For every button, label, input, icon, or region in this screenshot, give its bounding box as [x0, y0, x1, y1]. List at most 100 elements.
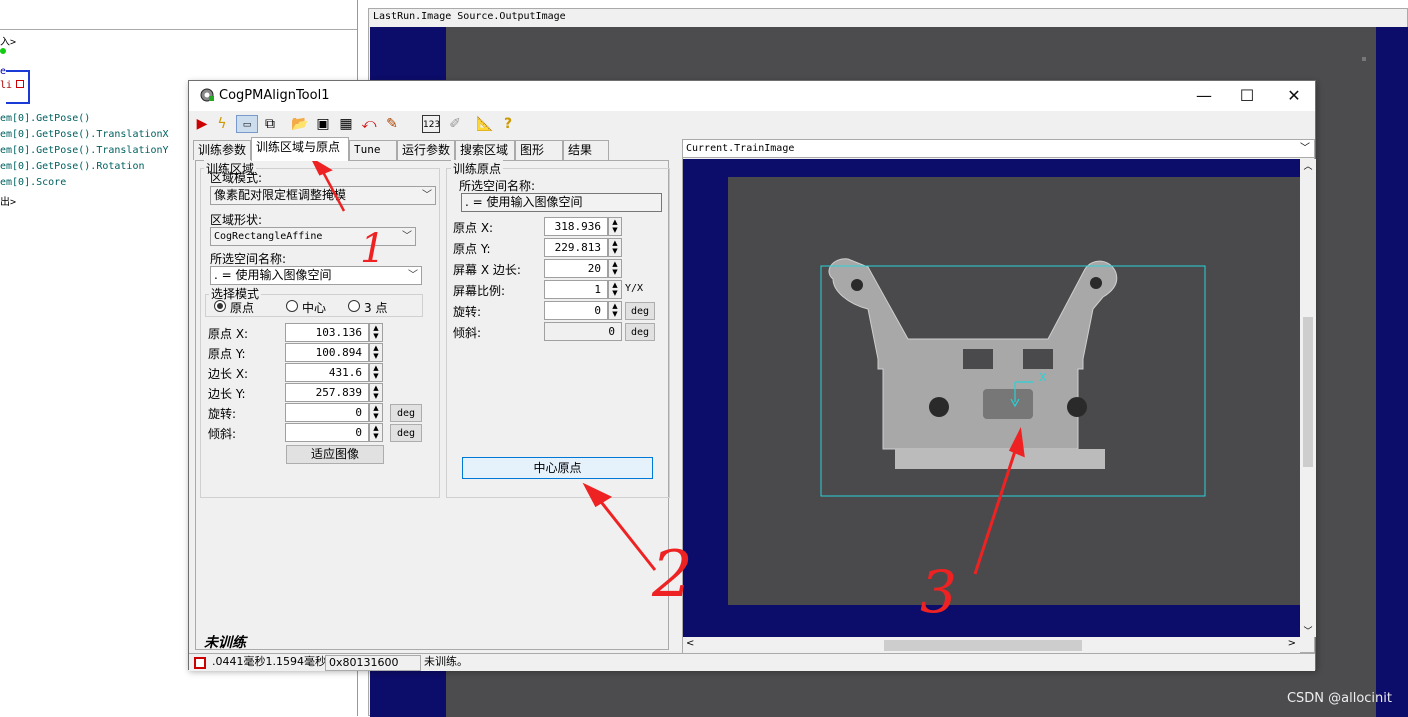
chevron-down-icon: ﹀	[402, 231, 412, 242]
script-line-7[interactable]: em[0].GetPose().Rotation	[0, 161, 145, 172]
script-line-5[interactable]: em[0].GetPose().TranslationX	[0, 129, 169, 140]
region-rotation-deg-button[interactable]: deg	[390, 404, 422, 422]
tab-run-params[interactable]: 运行参数	[397, 140, 455, 160]
region-shape-select[interactable]: CogRectangleAffine ﹀	[210, 227, 416, 246]
minimize-button[interactable]: —	[1189, 85, 1219, 107]
scroll-down-icon[interactable]: ﹀	[1300, 624, 1316, 637]
script-line-1: 入>	[0, 37, 17, 48]
region-origin-x-label: 原点 X:	[208, 327, 249, 341]
dialog-title: CogPMAlignTool1	[219, 88, 330, 103]
screen-ratio-spinner[interactable]: ▲ ▼	[608, 280, 622, 299]
script-line-6[interactable]: em[0].GetPose().TranslationY	[0, 145, 169, 156]
screen-ratio-input[interactable]: 1	[544, 280, 608, 299]
reset-icon[interactable]: ⤺	[360, 115, 378, 133]
origin-y-spinner[interactable]: ▲ ▼	[608, 238, 622, 257]
region-origin-x-input[interactable]: 103.136	[285, 323, 369, 342]
maximize-button[interactable]: ☐	[1232, 85, 1262, 107]
region-mode-label: 区域模式:	[210, 171, 263, 185]
tab-graphics[interactable]: 图形	[515, 140, 563, 160]
region-rotation-label: 旋转:	[208, 407, 237, 421]
center-origin-button[interactable]: 中心原点	[462, 457, 653, 479]
region-shape-label: 区域形状:	[210, 213, 263, 227]
region-skew-label: 倾斜:	[208, 427, 237, 441]
save-icon[interactable]: ▣	[314, 115, 332, 133]
screen-x-length-input[interactable]: 20	[544, 259, 608, 278]
screen-x-length-spinner[interactable]: ▲ ▼	[608, 259, 622, 278]
tab-search-region[interactable]: 搜索区域	[455, 140, 515, 160]
ruler-icon[interactable]: 📐	[476, 115, 494, 133]
radio-3pt[interactable]	[348, 300, 360, 312]
region-side-x-label: 边长 X:	[208, 367, 249, 381]
train-image-canvas[interactable]: X	[683, 159, 1300, 637]
scroll-right-icon[interactable]: >	[1288, 638, 1296, 649]
region-origin-y-input[interactable]: 100.894	[285, 343, 369, 362]
train-image-graphics: X	[820, 258, 1206, 497]
radio-origin[interactable]	[214, 300, 226, 312]
chevron-down-icon: ﹀	[408, 270, 418, 281]
viewer-title[interactable]: Current.TrainImage ﹀	[683, 140, 1314, 158]
region-rotation-input[interactable]: 0	[285, 403, 369, 422]
origin-x-input[interactable]: 318.936	[544, 217, 608, 236]
region-skew-spinner[interactable]: ▲ ▼	[369, 423, 383, 442]
link-line	[6, 70, 30, 104]
region-origin-y-label: 原点 Y:	[208, 347, 246, 361]
origin-rotation-input[interactable]: 0	[544, 301, 608, 320]
region-skew-deg-button[interactable]: deg	[390, 424, 422, 442]
dialog-titlebar[interactable]: CogPMAlignTool1 — ☐ ✕	[189, 81, 1315, 111]
grid-icon[interactable]: ▦	[337, 115, 355, 133]
electric-icon[interactable]: ϟ	[213, 115, 231, 133]
horizontal-scrollbar[interactable]: < >	[683, 637, 1300, 654]
panel-divider	[0, 29, 357, 30]
status-error-icon	[194, 657, 206, 669]
copy-icon[interactable]: ⧉	[261, 115, 279, 133]
region-origin-y-spinner[interactable]: ▲ ▼	[369, 343, 383, 362]
region-side-y-spinner[interactable]: ▲ ▼	[369, 383, 383, 402]
help-icon[interactable]: ?	[499, 115, 517, 133]
train-icon[interactable]: ▭	[236, 115, 258, 133]
tab-train-region[interactable]: 训练区域与原点	[251, 137, 349, 161]
origin-rotation-spinner[interactable]: ▲ ▼	[608, 301, 622, 320]
script-line-8[interactable]: em[0].Score	[0, 177, 66, 188]
region-space-select[interactable]: . = 使用输入图像空间 ﹀	[210, 266, 422, 285]
origin-skew-deg-button[interactable]: deg	[625, 323, 655, 341]
horizontal-scroll-thumb[interactable]	[884, 640, 1082, 651]
script-line-4[interactable]: em[0].GetPose()	[0, 113, 90, 124]
pen-icon[interactable]: ✐	[446, 115, 464, 133]
origin-space-value: . = 使用输入图像空间	[465, 195, 583, 209]
region-side-x-input[interactable]: 431.6	[285, 363, 369, 382]
watermark: CSDN @allocinit	[1286, 691, 1392, 706]
tab-tune[interactable]: Tune	[349, 140, 397, 160]
vertical-scroll-thumb[interactable]	[1303, 317, 1313, 467]
origin-space-display: . = 使用输入图像空间	[461, 193, 662, 212]
origin-x-spinner[interactable]: ▲ ▼	[608, 217, 622, 236]
brush-icon[interactable]: ✎	[383, 115, 401, 133]
bracket-hole-left	[851, 279, 863, 291]
run-icon[interactable]: ▶	[193, 115, 211, 133]
region-origin-x-spinner[interactable]: ▲ ▼	[369, 323, 383, 342]
vertical-scrollbar[interactable]: ︿ ﹀	[1300, 159, 1316, 637]
scroll-left-icon[interactable]: <	[686, 638, 694, 649]
open-icon[interactable]: 📂	[291, 115, 309, 133]
status-message: 未训练。	[424, 655, 468, 668]
origin-rotation-deg-button[interactable]: deg	[625, 302, 655, 320]
script-line-9: 出>	[0, 197, 17, 208]
region-space-value: . = 使用输入图像空间	[214, 268, 332, 282]
tab-train-params[interactable]: 训练参数	[193, 140, 251, 160]
last-run-image-title: LastRun.Image Source.OutputImage	[373, 11, 566, 22]
close-button[interactable]: ✕	[1279, 85, 1309, 107]
number-icon[interactable]: 123	[422, 115, 440, 133]
scroll-up-icon[interactable]: ︿	[1300, 159, 1316, 172]
radio-origin-label: 原点	[230, 301, 255, 315]
origin-x-marker: X	[1039, 371, 1047, 384]
bracket-hole-right	[1090, 277, 1102, 289]
radio-center[interactable]	[286, 300, 298, 312]
tab-results[interactable]: 结果	[563, 140, 609, 160]
origin-y-input[interactable]: 229.813	[544, 238, 608, 257]
region-side-y-input[interactable]: 257.839	[285, 383, 369, 402]
region-mode-select[interactable]: 像素配对限定框调整掩模 ﹀	[210, 186, 436, 205]
pmalign-dialog: CogPMAlignTool1 — ☐ ✕ ▶ ϟ ▭ ⧉ 📂 ▣ ▦ ⤺ ✎ …	[188, 80, 1316, 671]
region-rotation-spinner[interactable]: ▲ ▼	[369, 403, 383, 422]
region-side-x-spinner[interactable]: ▲ ▼	[369, 363, 383, 382]
region-skew-input[interactable]: 0	[285, 423, 369, 442]
fit-image-button[interactable]: 适应图像	[286, 445, 384, 464]
